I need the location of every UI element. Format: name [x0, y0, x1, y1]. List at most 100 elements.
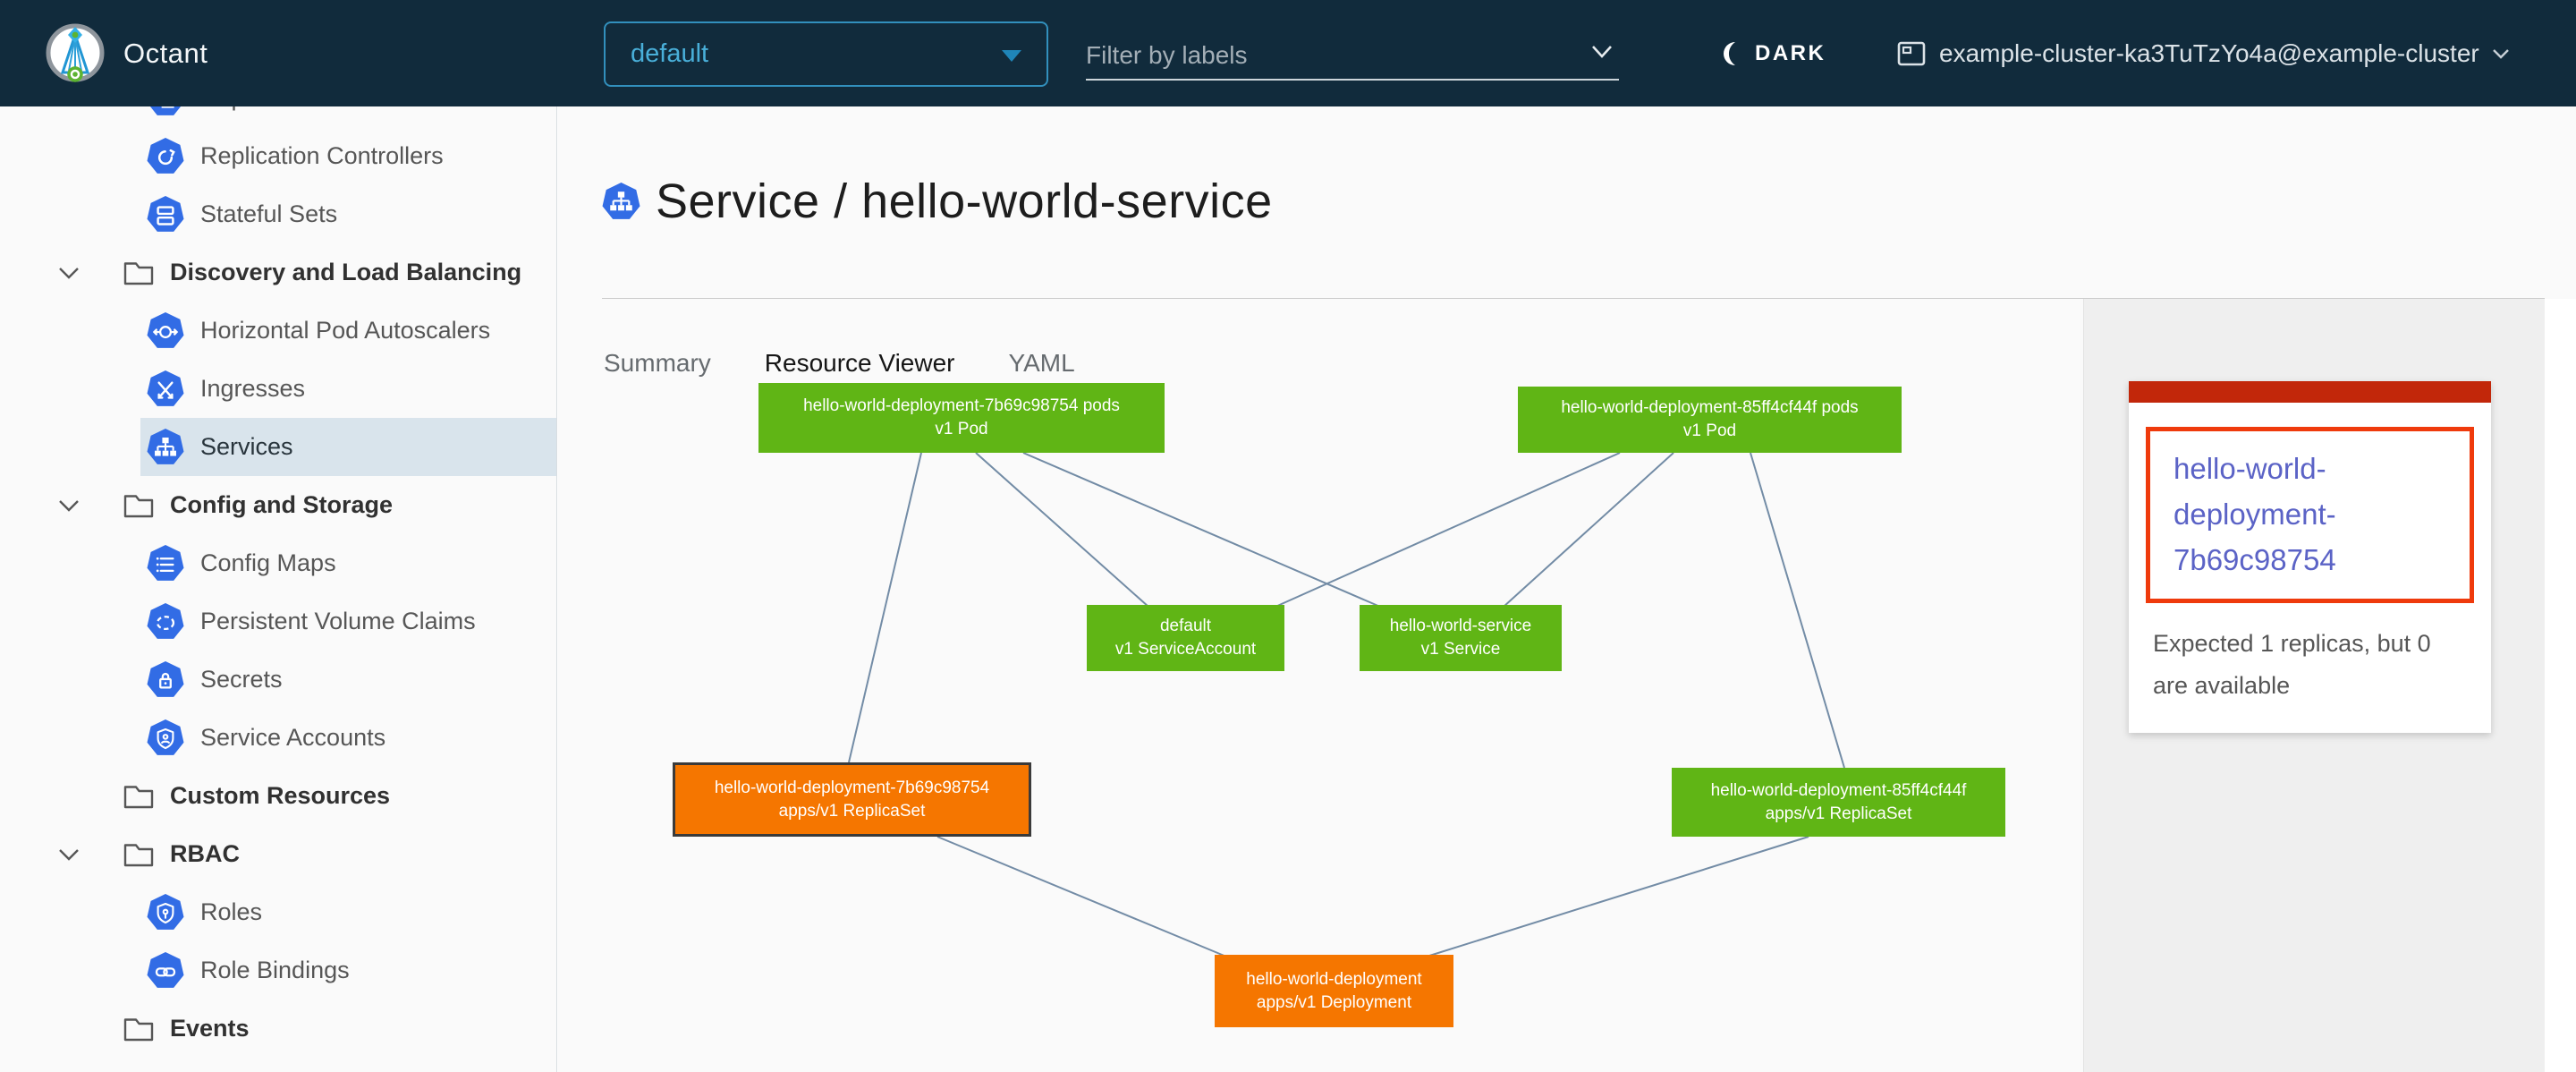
- sidebar-item-stateful-sets[interactable]: Stateful Sets: [0, 185, 556, 243]
- app-title: Octant: [123, 0, 208, 106]
- node-name: hello-world-deployment: [1215, 968, 1453, 991]
- sidebar-item-label: Horizontal Pod Autoscalers: [200, 317, 490, 345]
- sidebar-group-rbac[interactable]: RBAC: [0, 825, 556, 883]
- dark-theme-toggle[interactable]: DARK: [1719, 36, 1826, 72]
- service-accounts-icon: [147, 719, 184, 757]
- sidebar-nav: Replica Sets Replication Controllers: [0, 106, 557, 1072]
- chevron-down-icon: [2492, 48, 2510, 60]
- roles-icon: [147, 894, 184, 932]
- sidebar-scroll[interactable]: Replica Sets Replication Controllers: [0, 106, 556, 1058]
- sidebar-group-label: Events: [170, 1015, 250, 1042]
- folder-icon: [122, 1014, 156, 1044]
- node-name: hello-world-service: [1360, 615, 1562, 638]
- service-icon: [602, 183, 640, 221]
- sidebar-group-events[interactable]: Events: [0, 1000, 556, 1058]
- cluster-icon: [1896, 38, 1927, 69]
- node-kind: v1 Pod: [1518, 420, 1902, 443]
- services-icon: [147, 429, 184, 466]
- role-bindings-icon: [147, 952, 184, 990]
- folder-icon: [122, 490, 156, 521]
- config-maps-icon: [147, 545, 184, 583]
- graph-node-deployment[interactable]: hello-world-deployment apps/v1 Deploymen…: [1215, 955, 1453, 1027]
- sidebar-group-label: RBAC: [170, 840, 240, 868]
- sidebar-item-label: Roles: [200, 898, 262, 926]
- sidebar-item-persistent-volume-claims[interactable]: Persistent Volume Claims: [0, 592, 556, 651]
- sidebar-item-label: Stateful Sets: [200, 200, 337, 228]
- node-kind: apps/v1 Deployment: [1215, 991, 1453, 1015]
- sidebar-item-label: Persistent Volume Claims: [200, 608, 476, 635]
- caret-down-icon: [1002, 50, 1021, 62]
- alert-message: Expected 1 replicas, but 0 are available: [2153, 623, 2466, 706]
- alert-status-bar: [2129, 381, 2491, 403]
- graph-node-pod-a[interactable]: hello-world-deployment-7b69c98754 pods v…: [758, 383, 1165, 453]
- cluster-context-label: example-cluster-ka3TuTzYo4a@example-clus…: [1939, 39, 2479, 68]
- app-header: Octant default Filter by labels DARK exa…: [0, 0, 2576, 106]
- main-content: Service / hello-world-service Summary Re…: [558, 106, 2576, 1072]
- chevron-down-icon: [56, 264, 81, 282]
- folder-icon: [122, 781, 156, 812]
- resource-graph: hello-world-deployment-7b69c98754 pods v…: [558, 299, 2083, 1072]
- node-kind: apps/v1 ReplicaSet: [675, 800, 1029, 823]
- namespace-dropdown[interactable]: default: [604, 21, 1048, 87]
- sidebar-item-ingresses[interactable]: Ingresses: [0, 360, 556, 418]
- namespace-dropdown-value: default: [631, 39, 708, 69]
- page-title: Service / hello-world-service: [656, 174, 1273, 229]
- node-name: hello-world-deployment-7b69c98754: [675, 777, 1029, 800]
- replicaset-link[interactable]: hello-world-deployment-7b69c98754: [2174, 452, 2336, 576]
- sidebar-item-horizontal-pod-autoscalers[interactable]: Horizontal Pod Autoscalers: [0, 302, 556, 360]
- pvc-icon: [147, 603, 184, 641]
- sidebar-item-label: Role Bindings: [200, 957, 350, 984]
- ingresses-icon: [147, 370, 184, 408]
- sidebar-item-label: Ingresses: [200, 375, 305, 403]
- stateful-sets-icon: [147, 196, 184, 234]
- label-filter-input[interactable]: Filter by labels: [1086, 32, 1619, 81]
- graph-node-service[interactable]: hello-world-service v1 Service: [1360, 605, 1562, 671]
- sidebar-group-discovery-load-balancing[interactable]: Discovery and Load Balancing: [0, 243, 556, 302]
- sidebar-item-replication-controllers[interactable]: Replication Controllers: [0, 127, 556, 185]
- octant-app: Octant default Filter by labels DARK exa…: [0, 0, 2576, 1072]
- octant-logo-icon: [45, 22, 106, 83]
- node-name: hello-world-deployment-7b69c98754 pods: [758, 395, 1165, 418]
- right-gutter: [2545, 299, 2576, 1072]
- alert-card: hello-world-deployment-7b69c98754 Expect…: [2129, 381, 2491, 733]
- sidebar-item-replica-sets[interactable]: Replica Sets: [0, 106, 556, 127]
- folder-icon: [122, 258, 156, 288]
- sidebar-group-config-and-storage[interactable]: Config and Storage: [0, 476, 556, 534]
- graph-node-replicaset-a[interactable]: hello-world-deployment-7b69c98754 apps/v…: [673, 762, 1031, 837]
- sidebar-item-label: Secrets: [200, 666, 283, 693]
- sidebar-item-label: Services: [200, 433, 293, 461]
- sidebar-group-label: Config and Storage: [170, 491, 393, 519]
- secrets-icon: [147, 661, 184, 699]
- node-kind: v1 ServiceAccount: [1087, 638, 1284, 661]
- replica-sets-icon: [147, 106, 184, 117]
- hpa-icon: [147, 312, 184, 350]
- page-title-row: Service / hello-world-service: [602, 174, 1273, 229]
- graph-node-replicaset-b[interactable]: hello-world-deployment-85ff4cf44f apps/v…: [1672, 768, 2005, 837]
- sidebar-item-label: Service Accounts: [200, 724, 386, 752]
- replication-controllers-icon: [147, 138, 184, 175]
- detail-panel: hello-world-deployment-7b69c98754 Expect…: [2083, 299, 2545, 1072]
- chevron-down-icon: [56, 846, 81, 864]
- label-filter-placeholder: Filter by labels: [1086, 41, 1248, 70]
- node-name: hello-world-deployment-85ff4cf44f: [1672, 779, 2005, 803]
- node-kind: v1 Pod: [758, 418, 1165, 441]
- chevron-down-icon: [1590, 45, 1614, 59]
- sidebar-item-service-accounts[interactable]: Service Accounts: [0, 709, 556, 767]
- cluster-context-switcher[interactable]: example-cluster-ka3TuTzYo4a@example-clus…: [1896, 34, 2510, 73]
- sidebar-item-services[interactable]: Services: [0, 418, 556, 476]
- sidebar-group-label: Custom Resources: [170, 782, 390, 810]
- graph-node-pod-b[interactable]: hello-world-deployment-85ff4cf44f pods v…: [1518, 387, 1902, 453]
- sidebar-item-roles[interactable]: Roles: [0, 883, 556, 941]
- sidebar-group-custom-resources[interactable]: Custom Resources: [0, 767, 556, 825]
- sidebar-item-config-maps[interactable]: Config Maps: [0, 534, 556, 592]
- node-name: hello-world-deployment-85ff4cf44f pods: [1518, 396, 1902, 420]
- folder-icon: [122, 839, 156, 870]
- sidebar-item-role-bindings[interactable]: Role Bindings: [0, 941, 556, 1000]
- moon-icon: [1719, 40, 1744, 67]
- node-kind: apps/v1 ReplicaSet: [1672, 803, 2005, 826]
- sidebar-item-secrets[interactable]: Secrets: [0, 651, 556, 709]
- node-kind: v1 Service: [1360, 638, 1562, 661]
- sidebar-item-label: Replication Controllers: [200, 142, 444, 170]
- sidebar-group-label: Discovery and Load Balancing: [170, 259, 521, 286]
- graph-node-service-account[interactable]: default v1 ServiceAccount: [1087, 605, 1284, 671]
